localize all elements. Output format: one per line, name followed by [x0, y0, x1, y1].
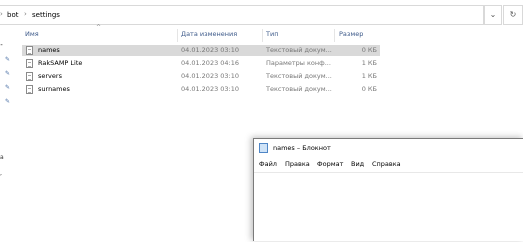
pin-icon[interactable]: ✎	[5, 98, 10, 105]
file-size: 0 КБ	[361, 46, 377, 54]
breadcrumb-bot[interactable]: bot	[7, 11, 18, 19]
notepad-title: names – Блокнот	[273, 144, 331, 152]
menu-file[interactable]: Файл	[259, 160, 277, 168]
notepad-icon	[259, 143, 268, 153]
notepad-text-area[interactable]	[254, 172, 523, 242]
file-name: surnames	[38, 85, 70, 93]
breadcrumb-separator-icon: ›	[0, 10, 3, 18]
menu-help[interactable]: Справка	[372, 160, 401, 168]
column-header-type[interactable]: Тип	[266, 30, 332, 42]
file-size: 1 КБ	[361, 72, 377, 80]
notepad-title-bar[interactable]: names – Блокнот	[254, 139, 523, 157]
file-date: 04.01.2023 03:10	[181, 85, 240, 93]
file-row-servers[interactable]: servers 04.01.2023 03:10 Текстовый докум…	[22, 71, 380, 82]
pin-icon[interactable]: ✎	[5, 56, 10, 63]
file-date: 04.01.2023 03:10	[181, 72, 240, 80]
file-name: servers	[38, 72, 62, 80]
file-type: Параметры конф...	[266, 59, 331, 67]
config-file-icon	[26, 59, 33, 68]
nav-item-partial[interactable]: ⁃	[0, 42, 3, 49]
menu-view[interactable]: Вид	[351, 160, 364, 168]
file-name: RakSAMP Lite	[38, 59, 83, 67]
column-header-name[interactable]: Имя	[25, 30, 175, 42]
chevron-down-icon[interactable]: ⌄	[484, 5, 502, 25]
column-header-date[interactable]: Дата изменения	[181, 30, 261, 42]
pin-icon[interactable]: ✎	[5, 84, 10, 91]
file-row-names[interactable]: names 04.01.2023 03:10 Текстовый докум..…	[22, 45, 380, 56]
file-row-raksamp-lite[interactable]: RakSAMP Lite 04.01.2023 04:16 Параметры …	[22, 58, 380, 69]
text-file-icon	[26, 46, 33, 55]
refresh-icon[interactable]: ↻	[503, 5, 523, 25]
breadcrumb-settings[interactable]: settings	[32, 11, 60, 19]
nav-item-partial[interactable]: ‚	[0, 170, 2, 177]
file-date: 04.01.2023 03:10	[181, 46, 240, 54]
notepad-window[interactable]: names – Блокнот Файл Правка Формат Вид С…	[253, 138, 523, 241]
pin-icon[interactable]: ✎	[5, 70, 10, 77]
file-row-surnames[interactable]: surnames 04.01.2023 03:10 Текстовый доку…	[22, 84, 380, 95]
breadcrumb-separator-icon: ›	[24, 10, 27, 18]
column-divider[interactable]	[177, 29, 178, 42]
text-file-icon	[26, 85, 33, 94]
text-file-icon	[26, 72, 33, 81]
nav-item-partial[interactable]: a	[0, 154, 4, 161]
file-type: Текстовый докум...	[266, 72, 332, 80]
file-name: names	[38, 46, 60, 54]
navigation-pane: ⁃ ✎ ✎ ✎ ✎ a ‚	[0, 30, 20, 240]
file-size: 0 КБ	[361, 85, 377, 93]
menu-format[interactable]: Формат	[317, 160, 343, 168]
column-header-size[interactable]: Размер	[339, 30, 379, 42]
file-type: Текстовый докум...	[266, 85, 332, 93]
column-divider[interactable]	[334, 29, 335, 42]
menu-edit[interactable]: Правка	[285, 160, 310, 168]
file-type: Текстовый докум...	[266, 46, 332, 54]
address-bar[interactable]: › bot › settings	[0, 5, 484, 25]
file-date: 04.01.2023 04:16	[181, 59, 240, 67]
file-size: 1 КБ	[361, 59, 377, 67]
notepad-menu-bar: Файл Правка Формат Вид Справка	[254, 158, 523, 170]
column-divider[interactable]	[262, 29, 263, 42]
